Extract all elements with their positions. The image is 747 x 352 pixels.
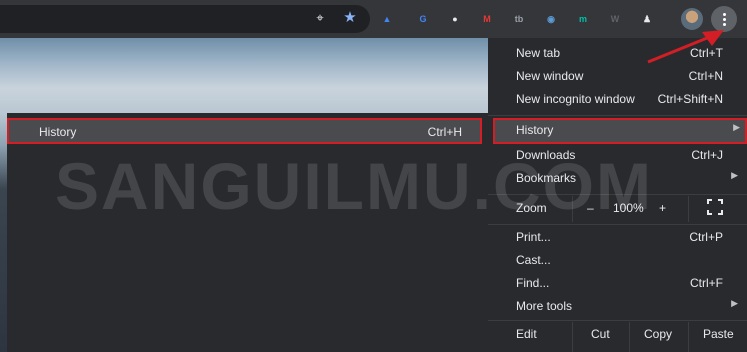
- menu-item-shortcut: Ctrl+Shift+N: [657, 92, 723, 106]
- browser-toolbar: ⌖ ★ ▲ G ● Mtb ◉ m W ♟: [0, 0, 747, 38]
- extension-arrow-up-icon[interactable]: ▲: [378, 10, 396, 28]
- extension-camera-lens-icon[interactable]: ◉: [542, 10, 560, 28]
- address-bar[interactable]: ⌖ ★: [0, 5, 370, 33]
- menu-item-label: Print...: [516, 230, 551, 244]
- location-target-icon[interactable]: ⌖: [311, 9, 329, 27]
- menu-divider: [488, 224, 747, 225]
- menu-item-shortcut: Ctrl+J: [691, 148, 723, 162]
- edit-row: Edit Cut Copy Paste: [488, 322, 747, 352]
- submenu-arrow-icon: ▶: [731, 170, 738, 180]
- edit-label: Edit: [516, 327, 537, 341]
- submenu-item-shortcut: Ctrl+H: [427, 125, 462, 139]
- extension-wordpress-icon[interactable]: W: [606, 10, 624, 28]
- menu-item-new-window[interactable]: New window Ctrl+N: [488, 65, 747, 88]
- menu-item-shortcut: Ctrl+N: [688, 69, 723, 83]
- menu-item-new-tab[interactable]: New tab Ctrl+T: [488, 42, 747, 65]
- menu-item-label: New tab: [516, 46, 561, 60]
- zoom-divider: [688, 196, 689, 222]
- menu-divider: [488, 320, 747, 321]
- copy-button[interactable]: Copy: [644, 327, 672, 341]
- menu-item-label: Find...: [516, 276, 550, 290]
- extension-translate-icon[interactable]: G: [414, 10, 432, 28]
- zoom-in-button[interactable]: +: [659, 201, 666, 215]
- watermark: SANGUILMU.COM: [55, 149, 653, 223]
- extension-m-red-icon[interactable]: M: [478, 10, 496, 28]
- edit-divider: [572, 322, 573, 352]
- submenu-item-history[interactable]: History Ctrl+H: [7, 118, 482, 144]
- menu-item-find[interactable]: Find... Ctrl+F: [488, 272, 747, 295]
- submenu-arrow-icon: ▶: [731, 298, 738, 308]
- menu-item-history[interactable]: History ▶: [493, 118, 747, 144]
- three-dots-vertical-icon[interactable]: [711, 6, 737, 32]
- extension-m-teal-icon[interactable]: m: [574, 10, 592, 28]
- menu-item-label: History: [516, 123, 554, 137]
- menu-item-print[interactable]: Print... Ctrl+P: [488, 226, 747, 249]
- menu-item-shortcut: Ctrl+T: [690, 46, 723, 60]
- submenu-item-label: History: [39, 125, 77, 139]
- menu-item-label: New window: [516, 69, 584, 83]
- extension-person-icon[interactable]: ♟: [638, 10, 656, 28]
- extension-tb-icon[interactable]: tb: [510, 10, 528, 28]
- menu-divider: [488, 115, 747, 116]
- fullscreen-icon[interactable]: [707, 199, 723, 218]
- submenu-arrow-icon: ▶: [733, 122, 740, 132]
- menu-item-new-incognito-window[interactable]: New incognito window Ctrl+Shift+N: [488, 88, 747, 111]
- menu-item-label: New incognito window: [516, 92, 635, 106]
- paste-button[interactable]: Paste: [703, 327, 734, 341]
- menu-item-cast[interactable]: Cast...: [488, 249, 747, 272]
- menu-item-label: Cast...: [516, 253, 551, 267]
- menu-item-shortcut: Ctrl+F: [690, 276, 723, 290]
- cut-button[interactable]: Cut: [591, 327, 610, 341]
- avatar[interactable]: [681, 8, 703, 30]
- menu-item-more-tools[interactable]: More tools ▶: [488, 295, 747, 318]
- menu-item-shortcut: Ctrl+P: [689, 230, 723, 244]
- edit-divider: [629, 322, 630, 352]
- extension-globe-icon[interactable]: ●: [446, 10, 464, 28]
- star-icon[interactable]: ★: [341, 9, 359, 27]
- menu-item-label: More tools: [516, 299, 573, 313]
- edit-divider: [688, 322, 689, 352]
